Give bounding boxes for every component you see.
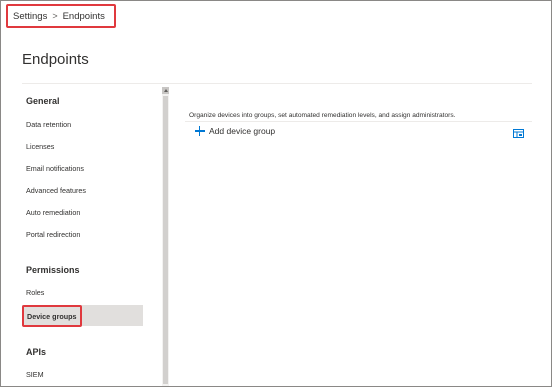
section-header-permissions: Permissions	[26, 265, 80, 275]
sidebar-item-roles[interactable]: Roles	[26, 288, 44, 297]
sidebar-item-portal-redirection[interactable]: Portal redirection	[26, 230, 80, 239]
breadcrumb-current: Endpoints	[62, 10, 105, 22]
sidebar-scrollbar[interactable]	[162, 87, 169, 386]
scrollbar-thumb[interactable]	[163, 96, 168, 384]
settings-window: Settings > Endpoints Endpoints General D…	[0, 0, 552, 387]
sidebar-item-data-retention[interactable]: Data retention	[26, 120, 71, 129]
sidebar-item-licenses[interactable]: Licenses	[26, 142, 54, 151]
add-device-group-label: Add device group	[209, 126, 276, 136]
title-divider	[22, 83, 532, 84]
breadcrumb: Settings > Endpoints	[6, 4, 116, 28]
panel-divider	[185, 121, 532, 122]
sidebar-item-auto-remediation[interactable]: Auto remediation	[26, 208, 80, 217]
scroll-up-arrow-icon[interactable]	[162, 87, 169, 94]
settings-sidebar: General Data retention Licenses Email no…	[22, 87, 162, 386]
add-device-group-button[interactable]: Add device group	[195, 126, 275, 136]
customize-columns-icon[interactable]	[513, 129, 524, 138]
page-title: Endpoints	[22, 51, 89, 68]
device-groups-panel: Organize devices into groups, set automa…	[169, 87, 532, 386]
section-header-general: General	[26, 96, 60, 106]
sidebar-item-email-notifications[interactable]: Email notifications	[26, 164, 84, 173]
sidebar-item-advanced-features[interactable]: Advanced features	[26, 186, 86, 195]
panel-description: Organize devices into groups, set automa…	[189, 112, 456, 119]
sidebar-item-siem[interactable]: SIEM	[26, 370, 44, 379]
section-header-apis: APIs	[26, 347, 47, 357]
breadcrumb-settings-link[interactable]: Settings	[13, 11, 47, 22]
breadcrumb-separator: >	[52, 11, 58, 21]
plus-icon	[195, 126, 205, 136]
sidebar-item-device-groups[interactable]: Device groups	[22, 305, 82, 327]
